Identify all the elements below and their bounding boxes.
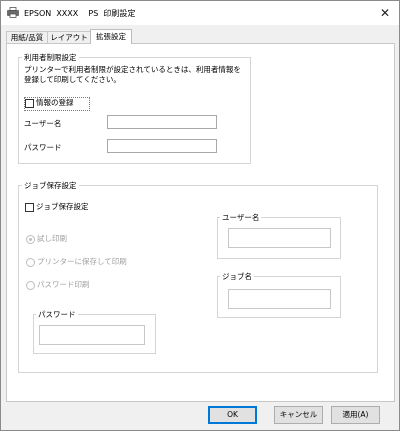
job-username-title: ユーザー名 <box>220 212 262 223</box>
radio-trial-print[interactable] <box>26 235 35 244</box>
user-restriction-title: 利用者制限設定 <box>22 52 79 63</box>
job-password-group: パスワード <box>33 309 156 354</box>
window-title: EPSON XXXX PS 印刷設定 <box>24 9 136 18</box>
print-settings-window: EPSON XXXX PS 印刷設定 ✕ 用紙/品質 レイアウト 拡張設定 利用… <box>0 0 400 431</box>
username-field[interactable] <box>107 115 217 129</box>
job-name-field[interactable] <box>228 289 331 309</box>
printer-icon <box>7 7 19 18</box>
ok-button[interactable]: OK <box>208 406 257 424</box>
tab-panel-advanced: 利用者制限設定 プリンターで利用者制限が設定されているときは、利用者情報を登録し… <box>6 43 395 402</box>
user-restriction-description: プリンターで利用者制限が設定されているときは、利用者情報を登録して印刷してくださ… <box>24 65 241 84</box>
job-storage-group: ジョブ保存設定 ジョブ保存設定 試し印刷 プリンターに保存して印刷 パスワード印… <box>18 180 378 373</box>
radio-store-and-print-label: プリンターに保存して印刷 <box>37 257 127 266</box>
radio-selected-dot <box>29 238 32 241</box>
job-storage-title: ジョブ保存設定 <box>22 180 79 191</box>
job-password-field[interactable] <box>39 325 145 345</box>
job-username-group: ユーザー名 <box>217 212 341 259</box>
job-name-group: ジョブ名 <box>217 271 341 318</box>
job-storage-checkbox[interactable] <box>25 203 34 212</box>
focus-rectangle <box>24 97 90 111</box>
radio-password-print-label: パスワード印刷 <box>37 280 90 289</box>
radio-store-and-print[interactable] <box>26 258 35 267</box>
apply-button[interactable]: 適用(A) <box>331 406 380 424</box>
user-restriction-group: 利用者制限設定 プリンターで利用者制限が設定されているときは、利用者情報を登録し… <box>18 52 251 164</box>
username-label: ユーザー名 <box>24 119 62 128</box>
password-label: パスワード <box>24 143 62 152</box>
job-storage-checkbox-label: ジョブ保存設定 <box>36 202 89 211</box>
job-name-title: ジョブ名 <box>220 271 254 282</box>
tab-advanced[interactable]: 拡張設定 <box>90 29 132 44</box>
job-password-title: パスワード <box>36 309 78 320</box>
radio-password-print[interactable] <box>26 281 35 290</box>
close-icon: ✕ <box>379 6 391 20</box>
job-username-field[interactable] <box>228 228 331 248</box>
close-button[interactable]: ✕ <box>375 3 395 23</box>
radio-trial-print-label: 試し印刷 <box>37 234 67 243</box>
title-bar: EPSON XXXX PS 印刷設定 ✕ <box>1 1 399 25</box>
cancel-button[interactable]: キャンセル <box>274 406 323 424</box>
password-field[interactable] <box>107 139 217 153</box>
